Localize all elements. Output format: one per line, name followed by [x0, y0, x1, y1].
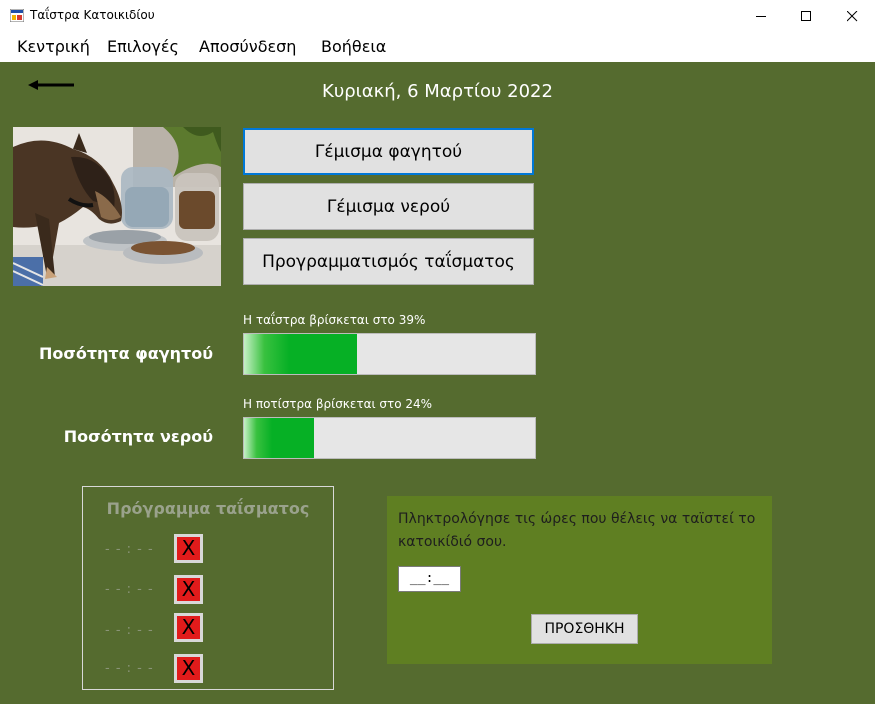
feeding-schedule-panel: Πρόγραμμα ταΐσματος - - : - - X - - : - …: [82, 486, 334, 690]
maximize-button[interactable]: [783, 0, 829, 32]
remove-slot-button[interactable]: X: [174, 534, 203, 563]
minimize-button[interactable]: [738, 0, 784, 32]
window-title: Ταΐστρα Κατοικιδίου: [30, 8, 155, 22]
schedule-title: Πρόγραμμα ταΐσματος: [106, 499, 310, 518]
menu-item-home[interactable]: Κεντρική: [17, 37, 90, 56]
schedule-slot-time: - - : - -: [105, 623, 154, 638]
title-bar: Ταΐστρα Κατοικιδίου: [0, 0, 875, 32]
remove-slot-button[interactable]: X: [174, 575, 203, 604]
fill-food-button[interactable]: Γέμισμα φαγητού: [243, 128, 534, 175]
food-progress-fill: [244, 334, 358, 374]
menu-item-logout[interactable]: Αποσύνδεση: [199, 37, 296, 56]
remove-slot-button[interactable]: X: [174, 654, 203, 683]
schedule-slot-time: - - : - -: [105, 661, 154, 676]
schedule-slot-time: - - : - -: [105, 582, 154, 597]
close-button[interactable]: [829, 0, 875, 32]
menu-item-options[interactable]: Επιλογές: [107, 37, 179, 56]
app-icon: [10, 9, 24, 22]
minimize-icon: [755, 15, 766, 17]
water-level-caption: Η ποτίστρα βρίσκεται στο 24%: [243, 397, 433, 411]
current-date: Κυριακή, 6 Μαρτίου 2022: [322, 81, 553, 102]
maximize-icon: [800, 10, 811, 21]
time-entry-panel: Πληκτρολόγησε τις ώρες που θέλεις να ταϊ…: [387, 496, 772, 664]
water-progress-fill: [244, 418, 314, 458]
main-panel: Κυριακή, 6 Μαρτίου 2022 Γέμισμα φαγητού …: [0, 62, 875, 704]
schedule-feeding-button[interactable]: Προγραμματισμός ταΐσματος: [243, 238, 534, 285]
time-entry-instruction: Πληκτρολόγησε τις ώρες που θέλεις να ταϊ…: [398, 511, 756, 550]
add-time-button[interactable]: ΠΡΟΣΘΗΚΗ: [531, 614, 638, 644]
menu-item-help[interactable]: Βοήθεια: [321, 37, 386, 56]
food-level-caption: Η ταΐστρα βρίσκεται στο 39%: [243, 313, 426, 327]
remove-slot-button[interactable]: X: [174, 613, 203, 642]
fill-water-button[interactable]: Γέμισμα νερού: [243, 183, 534, 230]
schedule-slot-time: - - : - -: [105, 542, 154, 557]
food-quantity-label: Ποσότητα φαγητού: [38, 344, 213, 363]
food-progress-bar: [243, 333, 536, 375]
close-icon: [846, 10, 857, 21]
water-quantity-label: Ποσότητα νερού: [63, 427, 213, 446]
menu-bar: Κεντρική Επιλογές Αποσύνδεση Βοήθεια: [0, 32, 875, 62]
feeding-time-input[interactable]: __:__: [398, 566, 461, 592]
dog-eating-photo: [13, 127, 221, 286]
water-progress-bar: [243, 417, 536, 459]
